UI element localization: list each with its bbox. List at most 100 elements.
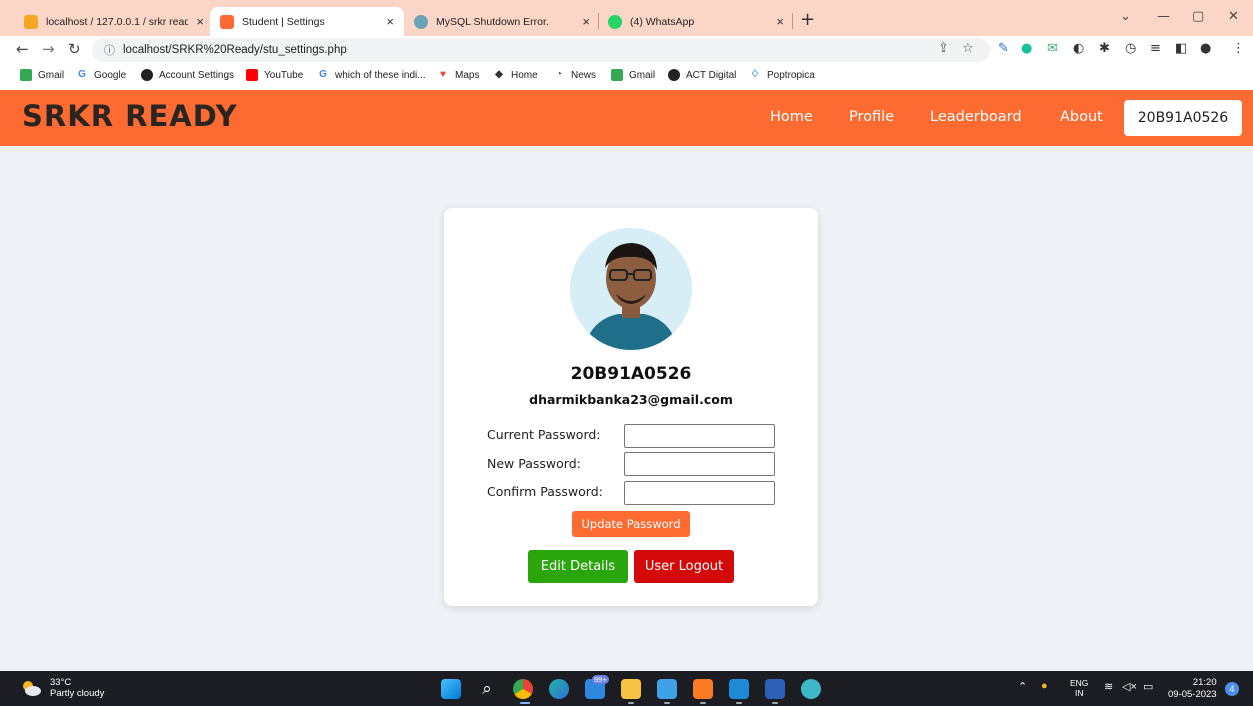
reload-icon[interactable]: ↻	[68, 40, 81, 58]
history-icon[interactable]: ◷	[1125, 41, 1136, 56]
close-icon[interactable]: ×	[386, 14, 394, 29]
extension-icon[interactable]: ◐	[1073, 41, 1084, 56]
tab-title: Student | Settings	[242, 15, 325, 28]
close-icon[interactable]: ×	[582, 14, 590, 29]
bookmark-youtube[interactable]: YouTube	[246, 69, 303, 81]
tab-title: (4) WhatsApp	[630, 15, 695, 28]
language-indicator[interactable]: ENG IN	[1070, 678, 1088, 698]
bookmark-star-icon[interactable]: ☆	[962, 41, 974, 56]
confirm-password-label: Confirm Password:	[487, 484, 603, 499]
new-password-input[interactable]	[624, 452, 775, 476]
bookmark-news[interactable]: ◔ News	[553, 69, 596, 81]
bookmark-gmail-2[interactable]: Gmail	[611, 69, 655, 81]
tab-phpmyadmin[interactable]: localhost / 127.0.0.1 / srkr ready ×	[14, 7, 214, 36]
bookmarks-bar: Gmail G Google Account Settings YouTube …	[0, 64, 1253, 90]
xampp-icon[interactable]	[693, 679, 713, 699]
weather-tray-icon[interactable]: ●	[1041, 680, 1048, 692]
settings-card: 20B91A0526 dharmikbanka23@gmail.com Curr…	[444, 208, 818, 606]
user-logout-button[interactable]: User Logout	[634, 550, 734, 583]
tab-search-icon[interactable]: ⌄	[1120, 9, 1131, 24]
bookmark-label: which of these indi...	[335, 69, 426, 81]
search-icon[interactable]: ⌕	[477, 679, 497, 699]
puzzle-icon[interactable]: ✱	[1099, 41, 1110, 56]
site-info-icon[interactable]: ⓘ	[104, 42, 115, 58]
notification-badge: 99+	[592, 675, 609, 684]
gmail-icon	[611, 69, 623, 81]
app-icon[interactable]	[801, 679, 821, 699]
bookmark-google[interactable]: G Google	[76, 69, 126, 81]
bookmark-poptropica[interactable]: ♢ Poptropica	[749, 69, 815, 81]
profile-username: 20B91A0526	[570, 364, 692, 384]
tray-overflow-icon[interactable]: ⌃	[1018, 680, 1027, 693]
vscode-icon[interactable]	[729, 679, 749, 699]
back-icon[interactable]: ←	[16, 40, 29, 58]
bookmark-home[interactable]: ◆ Home	[493, 69, 538, 81]
tab-student-settings[interactable]: Student | Settings ×	[210, 7, 404, 36]
whatsapp-icon	[608, 14, 622, 29]
tab-whatsapp[interactable]: (4) WhatsApp ×	[598, 7, 794, 36]
address-bar[interactable]: ⓘ localhost/SRKR%20Ready/stu_settings.ph…	[92, 38, 990, 62]
nav-about[interactable]: About	[1060, 109, 1103, 125]
current-password-label: Current Password:	[487, 427, 601, 442]
edit-details-button[interactable]: Edit Details	[528, 550, 628, 583]
notification-count[interactable]: 4	[1225, 682, 1239, 696]
menu-icon[interactable]: ⋮	[1232, 41, 1245, 56]
bookmark-google-search[interactable]: G which of these indi...	[317, 69, 426, 81]
bookmark-maps[interactable]: ♥ Maps	[437, 69, 479, 81]
pen-extension-icon[interactable]: ✎	[998, 41, 1009, 56]
nav-leaderboard[interactable]: Leaderboard	[930, 109, 1022, 125]
github-icon	[141, 69, 153, 81]
poptropica-icon: ♢	[750, 69, 760, 80]
reading-list-icon[interactable]: ≡	[1150, 41, 1161, 56]
user-badge-button[interactable]: 20B91A0526	[1124, 100, 1242, 136]
battery-icon[interactable]: ▭	[1143, 680, 1153, 693]
bookmark-account-settings[interactable]: Account Settings	[141, 69, 234, 81]
edge-icon[interactable]	[549, 679, 569, 699]
update-password-button[interactable]: Update Password	[572, 511, 690, 537]
close-window-icon[interactable]: ✕	[1228, 9, 1239, 24]
mail-extension-icon[interactable]: ✉	[1047, 41, 1058, 56]
current-password-input[interactable]	[624, 424, 775, 448]
confirm-password-input[interactable]	[624, 481, 775, 505]
start-icon[interactable]	[441, 679, 461, 699]
tab-title: MySQL Shutdown Error.	[436, 15, 549, 28]
site-favicon-icon	[220, 14, 234, 29]
youtube-icon	[246, 69, 258, 81]
close-icon[interactable]: ×	[196, 14, 204, 29]
grammarly-icon[interactable]: ●	[1021, 41, 1032, 56]
app-indicator	[628, 702, 634, 704]
maximize-icon[interactable]: ▢	[1192, 9, 1204, 24]
new-tab-button[interactable]: +	[800, 9, 815, 30]
weather-widget[interactable]: 33°C Partly cloudy	[20, 677, 104, 699]
clock[interactable]: 21:20 09-05-2023	[1168, 677, 1217, 701]
nav-profile[interactable]: Profile	[849, 109, 894, 125]
forward-icon[interactable]: →	[42, 40, 55, 58]
tab-mysql-error[interactable]: MySQL Shutdown Error. ×	[404, 7, 600, 36]
bookmark-act-digital[interactable]: ACT Digital	[668, 69, 736, 81]
clock-date: 09-05-2023	[1168, 689, 1217, 700]
tab-separator	[792, 13, 793, 29]
app-indicator	[736, 702, 742, 704]
bookmark-label: News	[571, 69, 597, 81]
url-text: localhost/SRKR%20Ready/stu_settings.php	[123, 44, 347, 56]
profile-avatar-icon[interactable]: ●	[1200, 41, 1211, 56]
gmail-icon	[20, 69, 32, 81]
wifi-icon[interactable]: ≋	[1104, 680, 1113, 693]
bookmark-label: ACT Digital	[686, 69, 737, 81]
nav-home[interactable]: Home	[770, 109, 813, 125]
browser-toolbar: ← → ↻ ⓘ localhost/SRKR%20Ready/stu_setti…	[0, 36, 1253, 64]
volume-muted-icon[interactable]: ◁×	[1122, 680, 1137, 693]
share-icon[interactable]: ⇪	[938, 41, 949, 56]
close-icon[interactable]: ×	[776, 14, 784, 29]
chrome-icon[interactable]	[513, 679, 533, 699]
notepad-icon[interactable]	[657, 679, 677, 699]
site-logo[interactable]: SRKR READY	[22, 99, 238, 133]
region-code: IN	[1074, 688, 1084, 698]
bookmark-label: Gmail	[38, 69, 65, 81]
minimize-icon[interactable]: —	[1157, 9, 1170, 24]
file-explorer-icon[interactable]	[621, 679, 641, 699]
site-navbar: SRKR READY Home Profile Leaderboard Abou…	[0, 90, 1253, 146]
word-icon[interactable]	[765, 679, 785, 699]
bookmark-gmail[interactable]: Gmail	[20, 69, 64, 81]
side-panel-icon[interactable]: ◧	[1175, 41, 1187, 56]
